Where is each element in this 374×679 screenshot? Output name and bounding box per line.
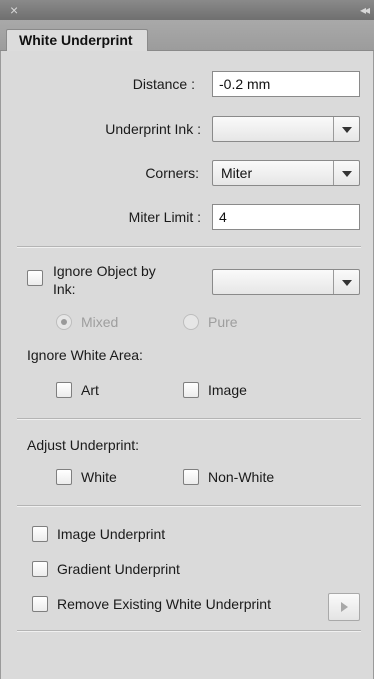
corners-select[interactable]: Miter (212, 160, 360, 186)
underprint-ink-label: Underprint Ink : (105, 121, 201, 137)
chevron-down-icon[interactable] (333, 270, 359, 294)
chevron-down-icon[interactable] (333, 117, 359, 141)
distance-label: Distance : (132, 76, 195, 92)
tab-white-underprint[interactable]: White Underprint (6, 29, 148, 52)
art-checkbox[interactable] (56, 382, 72, 398)
miter-limit-label: Miter Limit : (128, 209, 201, 225)
non-white-label: Non-White (208, 469, 275, 485)
tab-strip: White Underprint (0, 20, 374, 52)
white-label: White (81, 469, 117, 485)
pure-radio[interactable] (183, 314, 199, 330)
image-underprint-label: Image Underprint (57, 526, 166, 542)
gradient-underprint-checkbox[interactable] (32, 561, 48, 577)
panel-title-bar: × ◂◂ (0, 0, 374, 20)
ignore-object-label-line2: Ink: (53, 281, 76, 297)
corners-value: Miter (221, 165, 253, 181)
divider (17, 505, 361, 507)
art-label: Art (81, 382, 99, 398)
underprint-ink-select[interactable] (212, 116, 360, 142)
close-icon[interactable]: × (10, 1, 18, 19)
mixed-radio[interactable] (56, 314, 72, 330)
chevron-down-icon[interactable] (333, 161, 359, 185)
corners-label: Corners: (145, 165, 199, 181)
image-underprint-checkbox[interactable] (32, 526, 48, 542)
ignore-ink-select[interactable] (212, 269, 360, 295)
ignore-object-checkbox[interactable] (27, 270, 43, 286)
adjust-underprint-label: Adjust Underprint: (27, 437, 140, 453)
white-underprint-panel: Distance : -0.2 mm Underprint Ink : Corn… (0, 51, 374, 679)
image-label: Image (208, 382, 247, 398)
divider (17, 418, 361, 420)
collapse-icon[interactable]: ◂◂ (360, 1, 370, 19)
white-checkbox[interactable] (56, 469, 72, 485)
miter-limit-input[interactable]: 4 (212, 204, 360, 230)
pure-label: Pure (208, 314, 238, 330)
divider (17, 246, 361, 248)
remove-existing-label: Remove Existing White Underprint (57, 596, 271, 612)
image-checkbox[interactable] (183, 382, 199, 398)
ignore-white-area-label: Ignore White Area: (27, 347, 143, 363)
apply-button[interactable] (328, 593, 360, 621)
distance-input[interactable]: -0.2 mm (212, 71, 360, 97)
non-white-checkbox[interactable] (183, 469, 199, 485)
remove-existing-checkbox[interactable] (32, 596, 48, 612)
gradient-underprint-label: Gradient Underprint (57, 561, 180, 577)
divider (17, 630, 361, 632)
ignore-object-label-line1: Ignore Object by (53, 263, 156, 279)
mixed-label: Mixed (81, 314, 119, 330)
